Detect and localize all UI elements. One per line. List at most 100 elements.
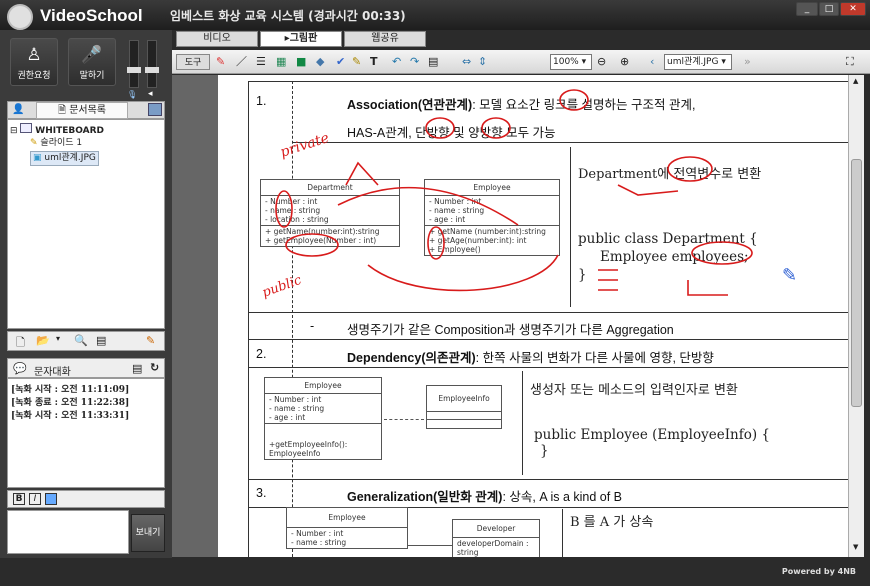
chat-line: [녹화 종료 : 오전 11:22:38]	[11, 398, 130, 408]
zoom-out-icon[interactable]: ⊖	[597, 54, 606, 70]
ink-stroke	[617, 184, 679, 196]
highlighter-icon[interactable]: ✎	[352, 54, 361, 70]
tools-button[interactable]: 도구	[176, 54, 210, 70]
tree-item-file[interactable]: ▣ uml관계.JPG	[30, 151, 99, 166]
new-document-icon[interactable]: 🗋	[16, 334, 25, 353]
document-page: 1. Association(연관관계): 모델 요소간 링크를 설명하는 구조…	[218, 75, 848, 557]
scrollbar-thumb[interactable]	[851, 159, 862, 407]
italic-icon[interactable]: I	[29, 493, 41, 505]
previous-page-icon[interactable]: ‹	[650, 54, 654, 70]
minimize-icon[interactable]: _	[796, 2, 818, 16]
collapse-icon[interactable]: ⊟	[10, 126, 18, 136]
fit-page-icon[interactable]: ⇕	[478, 54, 487, 70]
text-icon[interactable]: T	[370, 54, 378, 70]
ink-stroke	[687, 280, 728, 296]
ink-star	[345, 161, 379, 186]
maximize-icon[interactable]: □	[819, 2, 839, 16]
status-bar: Powered by 4NB	[0, 558, 870, 586]
mic-volume-slider[interactable]	[127, 40, 141, 88]
fit-width-icon[interactable]: ⇔	[462, 54, 471, 70]
title-bar: VideoSchool 임베스트 화상 교육 시스템 (경과시간 00:33) …	[0, 0, 870, 30]
tab-web-share[interactable]: 웹공유	[344, 31, 426, 47]
chat-line: [녹화 시작 : 오전 11:11:09]	[11, 385, 130, 395]
refresh-icon[interactable]: ↻	[150, 361, 159, 374]
close-icon[interactable]: ✕	[840, 2, 866, 16]
eraser-icon[interactable]: ◆	[316, 54, 324, 70]
ink-circle	[559, 89, 589, 111]
ink-arrow	[367, 254, 559, 292]
chat-bubble-icon: 💬	[13, 362, 27, 375]
ink-circle	[275, 190, 293, 228]
speak-button[interactable]: 🎤 말하기	[68, 38, 116, 86]
zoom-in-icon[interactable]: ⊕	[620, 54, 629, 70]
raise-hand-icon: ♙	[26, 45, 42, 65]
app-logo-text: VideoSchool	[40, 6, 143, 25]
line-icon[interactable]: ／	[236, 54, 247, 70]
pen-cursor-icon: ✎	[782, 265, 798, 286]
private-annotation: private	[278, 130, 331, 161]
ink-stroke	[598, 269, 618, 291]
speaker-small-icon: ◂	[148, 89, 153, 99]
zoom-select[interactable]: 100% ▾	[550, 54, 592, 70]
session-title: 임베스트 화상 교육 시스템 (경과시간 00:33)	[170, 9, 406, 23]
chat-header: 💬 문자대화 ▤ ↻	[7, 358, 165, 378]
chat-input[interactable]	[7, 510, 129, 554]
folder-icon[interactable]	[148, 103, 162, 116]
check-icon[interactable]: ✔	[336, 54, 345, 70]
grid-icon[interactable]: ▦	[276, 54, 286, 70]
edit-icon[interactable]: ✎	[146, 334, 155, 347]
tab-document-list[interactable]: 🗎 문서목록	[36, 102, 128, 119]
drawing-toolbar: 도구 ✎ ／ ☰ ▦ ■ ◆ ✔ ✎ T ↶ ↷ ▤ ⇔ ⇕ 100% ▾ ⊖ …	[172, 50, 870, 74]
chat-log: [녹화 시작 : 오전 11:11:09] [녹화 종료 : 오전 11:22:…	[7, 378, 165, 488]
ink-circle	[667, 156, 713, 182]
user-icon: 👤	[12, 104, 25, 115]
search-icon[interactable]: 🔍	[74, 334, 88, 347]
document-icon: 🗎	[57, 105, 67, 116]
ink-circle	[427, 226, 445, 260]
dropdown-arrow-icon[interactable]: ▾	[56, 334, 60, 343]
send-button[interactable]: 보내기	[131, 514, 165, 552]
vertical-scrollbar[interactable]: ▲ ▼	[848, 75, 864, 557]
scroll-down-icon[interactable]: ▼	[853, 543, 858, 551]
save-icon[interactable]: ▤	[96, 334, 106, 347]
file-select[interactable]: uml관계.JPG ▾	[664, 54, 732, 70]
chat-title: 문자대화	[34, 367, 71, 378]
whiteboard-icon	[20, 123, 33, 133]
request-permission-button[interactable]: ♙ 권한요청	[10, 38, 58, 86]
videoschool-logo-icon	[7, 4, 33, 30]
ink-arrow	[337, 186, 519, 226]
public-annotation: public	[260, 273, 304, 301]
redo-icon[interactable]: ↷	[410, 54, 419, 70]
save-chat-icon[interactable]: ▤	[132, 362, 142, 375]
chat-format-toolbar: B I	[7, 490, 165, 508]
tab-drawing[interactable]: ▸그림판	[260, 31, 342, 47]
handwriting-layer: private public	[260, 89, 753, 301]
ink-circle	[481, 117, 511, 139]
bold-icon[interactable]: B	[13, 493, 25, 505]
speaker-volume-slider[interactable]	[145, 40, 159, 88]
document-viewer[interactable]: 1. Association(연관관계): 모델 요소간 링크를 설명하는 구조…	[172, 75, 848, 557]
open-folder-icon[interactable]: 📂	[36, 334, 50, 347]
document-toolbar: 🗋 📂 ▾ 🔍 ▤ ✎	[7, 331, 165, 351]
next-page-icon[interactable]: »	[744, 54, 751, 70]
mic-small-icon: 🎙	[127, 90, 138, 99]
tab-video[interactable]: 비디오	[176, 31, 258, 47]
tree-root[interactable]: ⊟ WHITEBOARD	[10, 123, 104, 138]
layout-icon[interactable]: ▤	[428, 54, 438, 70]
pen-icon[interactable]: ✎	[216, 54, 225, 70]
slide-icon: ✎	[30, 138, 38, 148]
fill-icon[interactable]: ■	[296, 54, 306, 70]
undo-icon[interactable]: ↶	[392, 54, 401, 70]
ink-circle	[425, 117, 455, 139]
ink-circle	[285, 233, 339, 257]
ink-circle	[691, 241, 753, 265]
image-file-icon: ▣	[33, 153, 42, 163]
scroll-up-icon[interactable]: ▲	[853, 77, 858, 85]
fullscreen-icon[interactable]: ⛶	[846, 54, 854, 70]
document-tree: ⊟ WHITEBOARD ✎ 슬라이드 1 ▣ uml관계.JPG	[7, 119, 165, 329]
tree-item-slide[interactable]: ✎ 슬라이드 1	[30, 137, 82, 150]
microphone-icon: 🎤	[81, 45, 103, 65]
line-style-icon[interactable]: ☰	[256, 54, 266, 70]
color-icon[interactable]	[45, 493, 57, 505]
powered-by-label: Powered by 4NB	[781, 567, 856, 576]
